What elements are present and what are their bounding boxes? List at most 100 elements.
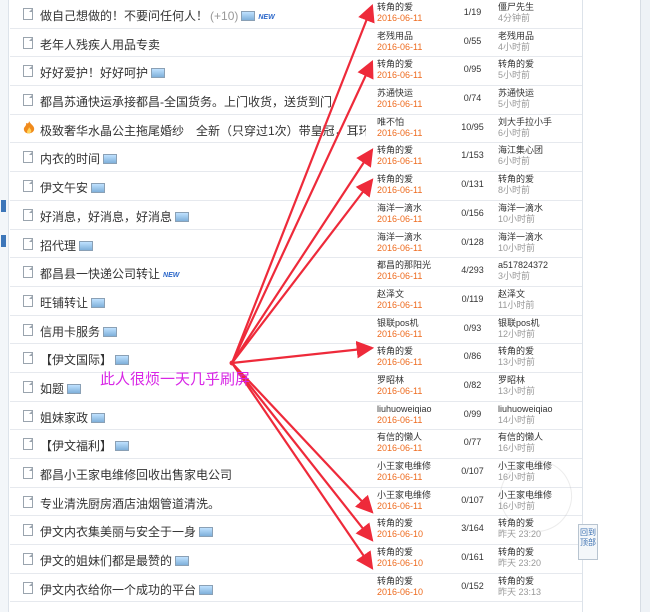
thread-title-link[interactable]: 伊文的姐妹们都是最赞的 [40, 554, 172, 568]
last-poster-link[interactable]: 海江集心团 [498, 145, 578, 156]
author-link[interactable]: 转角的爱 [377, 576, 452, 587]
author-link[interactable]: 转角的爱 [377, 346, 452, 357]
reply-view-count: 0/161 [461, 552, 484, 563]
last-poster-link[interactable]: 转角的爱 [498, 346, 578, 357]
author-link[interactable]: 老残用品 [377, 31, 452, 42]
back-to-top-button[interactable]: 回到顶部 [578, 524, 598, 560]
author-link[interactable]: 苏通快运 [377, 88, 452, 99]
sidebar-marker [1, 235, 6, 247]
sidebar-marker [1, 200, 6, 212]
thread-title-link[interactable]: 【伊文国际】 [40, 353, 112, 367]
author-link[interactable]: 转角的爱 [377, 518, 452, 529]
thread-title-cell: 【伊文福利】 [40, 437, 366, 454]
thread-title-link[interactable]: 好消息，好消息，好消息 [40, 210, 172, 224]
table-row[interactable]: 都昌小王家电维修回收出售家电公司 小王家电维修 2016-06-11 0/107 小王家… [10, 459, 582, 488]
table-row[interactable]: 专业清洗厨房酒店油烟管道清洗。 小王家电维修 2016-06-11 0/107 小王家电… [10, 488, 582, 517]
last-poster-link[interactable]: 苏通快运 [498, 88, 578, 99]
thread-title-cell: 都昌县一快递公司转让 NEW [40, 265, 366, 282]
last-poster-link[interactable]: 有信的懒人 [498, 432, 578, 443]
thread-title-link[interactable]: 信用卡服务 [40, 325, 100, 339]
thread-icon [23, 237, 33, 250]
table-row[interactable]: 旺铺转让 赵泽文 2016-06-11 0/119 赵泽文 11小时前 [10, 287, 582, 316]
author-cell: 转角的爱 2016-06-11 [377, 145, 452, 167]
author-link[interactable]: 罗昭林 [377, 375, 452, 386]
author-link[interactable]: 小王家电维修 [377, 490, 452, 501]
author-link[interactable]: 有信的懒人 [377, 432, 452, 443]
thread-title-link[interactable]: 姐妹家政 [40, 411, 88, 425]
reply-view-count: 0/152 [461, 580, 484, 591]
thread-title-link[interactable]: 【伊文福利】 [40, 439, 112, 453]
reply-view-count: 0/74 [463, 93, 482, 104]
thread-icon [23, 94, 33, 107]
thread-title-link[interactable]: 伊文内衣给你一个成功的平台 [40, 583, 196, 597]
last-poster-link[interactable]: 转角的爱 [498, 59, 578, 70]
last-poster-link[interactable]: 罗昭林 [498, 375, 578, 386]
thread-title-link[interactable]: 做自己想做的！不要问任何人！ [40, 9, 208, 23]
last-poster-link[interactable]: 转角的爱 [498, 576, 578, 587]
author-link[interactable]: 海洋一滴水 [377, 232, 452, 243]
table-row[interactable]: 都昌苏通快运承接都昌-全国货务。上门收货，送货到门 苏通快运 2016-06-11 0… [10, 86, 582, 115]
thread-title-link[interactable]: 招代理 [40, 239, 76, 253]
author-link[interactable]: 转角的爱 [377, 174, 452, 185]
last-poster-link[interactable]: 刘大手拉小手 [498, 117, 578, 128]
thread-title-link[interactable]: 伊文内衣集美丽与安全于一身 [40, 525, 196, 539]
thread-title-link[interactable]: 都昌县一快递公司转让 [40, 267, 160, 281]
table-row[interactable]: 【伊文国际】 转角的爱 2016-06-11 0/86 转角的爱 13小时前 [10, 344, 582, 373]
last-post-cell: 转角的爱 5小时前 [498, 59, 578, 81]
thread-title-link[interactable]: 伊文午安 [40, 181, 88, 195]
last-poster-link[interactable]: 银联pos机 [498, 318, 578, 329]
last-poster-link[interactable]: liuhuoweiqiao [498, 404, 578, 415]
author-link[interactable]: 唯不怕 [377, 117, 452, 128]
thread-title-link[interactable]: 内衣的时间 [40, 152, 100, 166]
thread-title-cell: 伊文的姐妹们都是最赞的 [40, 552, 366, 569]
author-link[interactable]: liuhuoweiqiao [377, 404, 452, 415]
author-link[interactable]: 转角的爱 [377, 59, 452, 70]
author-link[interactable]: 转角的爱 [377, 547, 452, 558]
table-row[interactable]: 伊文内衣集美丽与安全于一身 转角的爱 2016-06-10 3/164 转角的爱 昨天 2… [10, 516, 582, 546]
table-row[interactable]: 伊文内衣给你一个成功的平台 转角的爱 2016-06-10 0/152 转角的爱 昨天 2… [10, 574, 582, 603]
thread-title-link[interactable]: 极致奢华水晶公主拖尾婚纱 全新（只穿过1次）带皇冠，耳环【个人出租】 [40, 124, 366, 138]
author-cell: 转角的爱 2016-06-11 [377, 2, 452, 24]
author-link[interactable]: 都昌的那阳光 [377, 260, 452, 271]
last-post-cell: 赵泽文 11小时前 [498, 289, 578, 311]
last-poster-link[interactable]: 海洋一滴水 [498, 203, 578, 214]
last-poster-link[interactable]: 老残用品 [498, 31, 578, 42]
image-attachment-icon [79, 240, 94, 251]
table-row[interactable]: 招代理 海洋一滴水 2016-06-11 0/128 海洋一滴水 10小时前 [10, 230, 582, 259]
thread-title-link[interactable]: 都昌苏通快运承接都昌-全国货务。上门收货，送货到门 [40, 95, 332, 109]
table-row[interactable]: 好好爱护！好好呵护 转角的爱 2016-06-11 0/95 转角的爱 5小时前 [10, 57, 582, 87]
last-poster-link[interactable]: 转角的爱 [498, 174, 578, 185]
table-row[interactable]: 【伊文福利】 有信的懒人 2016-06-11 0/77 有信的懒人 16小时前 [10, 430, 582, 459]
table-row[interactable]: 极致奢华水晶公主拖尾婚纱 全新（只穿过1次）带皇冠，耳环【个人出租】2NEW 唯不… [10, 115, 582, 144]
author-link[interactable]: 转角的爱 [377, 2, 452, 13]
last-poster-link[interactable]: 僵尸先生 [498, 2, 578, 13]
thread-title-cell: 做自己想做的！不要问任何人！ (+10) NEW [40, 7, 366, 24]
table-row[interactable]: 姐妹家政 liuhuoweiqiao 2016-06-11 0/99 liuhuowei… [10, 402, 582, 431]
thread-title-link[interactable]: 老年人残疾人用品专卖 [40, 38, 160, 52]
table-row[interactable]: 都昌县一快递公司转让 NEW 都昌的那阳光 2016-06-11 4/293 a51782… [10, 258, 582, 287]
table-row[interactable]: 好消息，好消息，好消息 海洋一滴水 2016-06-11 0/156 海洋一滴水 10小时… [10, 201, 582, 230]
table-row[interactable]: 信用卡服务 银联pos机 2016-06-11 0/93 银联pos机 12小时前 [10, 316, 582, 345]
author-link[interactable]: 小王家电维修 [377, 461, 452, 472]
table-row[interactable]: 内衣的时间 转角的爱 2016-06-11 1/153 海江集心团 6小时前 [10, 143, 582, 173]
table-row[interactable]: 老年人残疾人用品专卖 老残用品 2016-06-11 0/55 老残用品 4小时前 [10, 29, 582, 58]
thread-title-link[interactable]: 旺铺转让 [40, 296, 88, 310]
last-poster-link[interactable]: 转角的爱 [498, 547, 578, 558]
last-poster-link[interactable]: a517824372 [498, 260, 578, 271]
author-link[interactable]: 海洋一滴水 [377, 203, 452, 214]
author-link[interactable]: 银联pos机 [377, 318, 452, 329]
thread-title-link[interactable]: 好好爱护！好好呵护 [40, 66, 148, 80]
thread-title-link[interactable]: 专业清洗厨房酒店油烟管道清洗。 [40, 497, 220, 511]
last-poster-link[interactable]: 海洋一滴水 [498, 232, 578, 243]
page-scrollbar[interactable] [640, 0, 650, 612]
last-poster-link[interactable]: 赵泽文 [498, 289, 578, 300]
author-link[interactable]: 转角的爱 [377, 145, 452, 156]
table-row[interactable]: 伊文的姐妹们都是最赞的 转角的爱 2016-06-10 0/161 转角的爱 昨天 23:… [10, 545, 582, 574]
table-row[interactable]: 做自己想做的！不要问任何人！ (+10) NEW 转角的爱 2016-06-11 1/19… [10, 0, 582, 29]
thread-title-link[interactable]: 都昌小王家电维修回收出售家电公司 [40, 468, 232, 482]
table-row[interactable]: 如题 罗昭林 2016-06-11 0/82 罗昭林 13小时前 [10, 373, 582, 402]
table-row[interactable]: 伊文午安 转角的爱 2016-06-11 0/131 转角的爱 8小时前 [10, 172, 582, 201]
author-link[interactable]: 赵泽文 [377, 289, 452, 300]
thread-title-link[interactable]: 如题 [40, 382, 64, 396]
left-sidebar-edge [0, 0, 9, 612]
